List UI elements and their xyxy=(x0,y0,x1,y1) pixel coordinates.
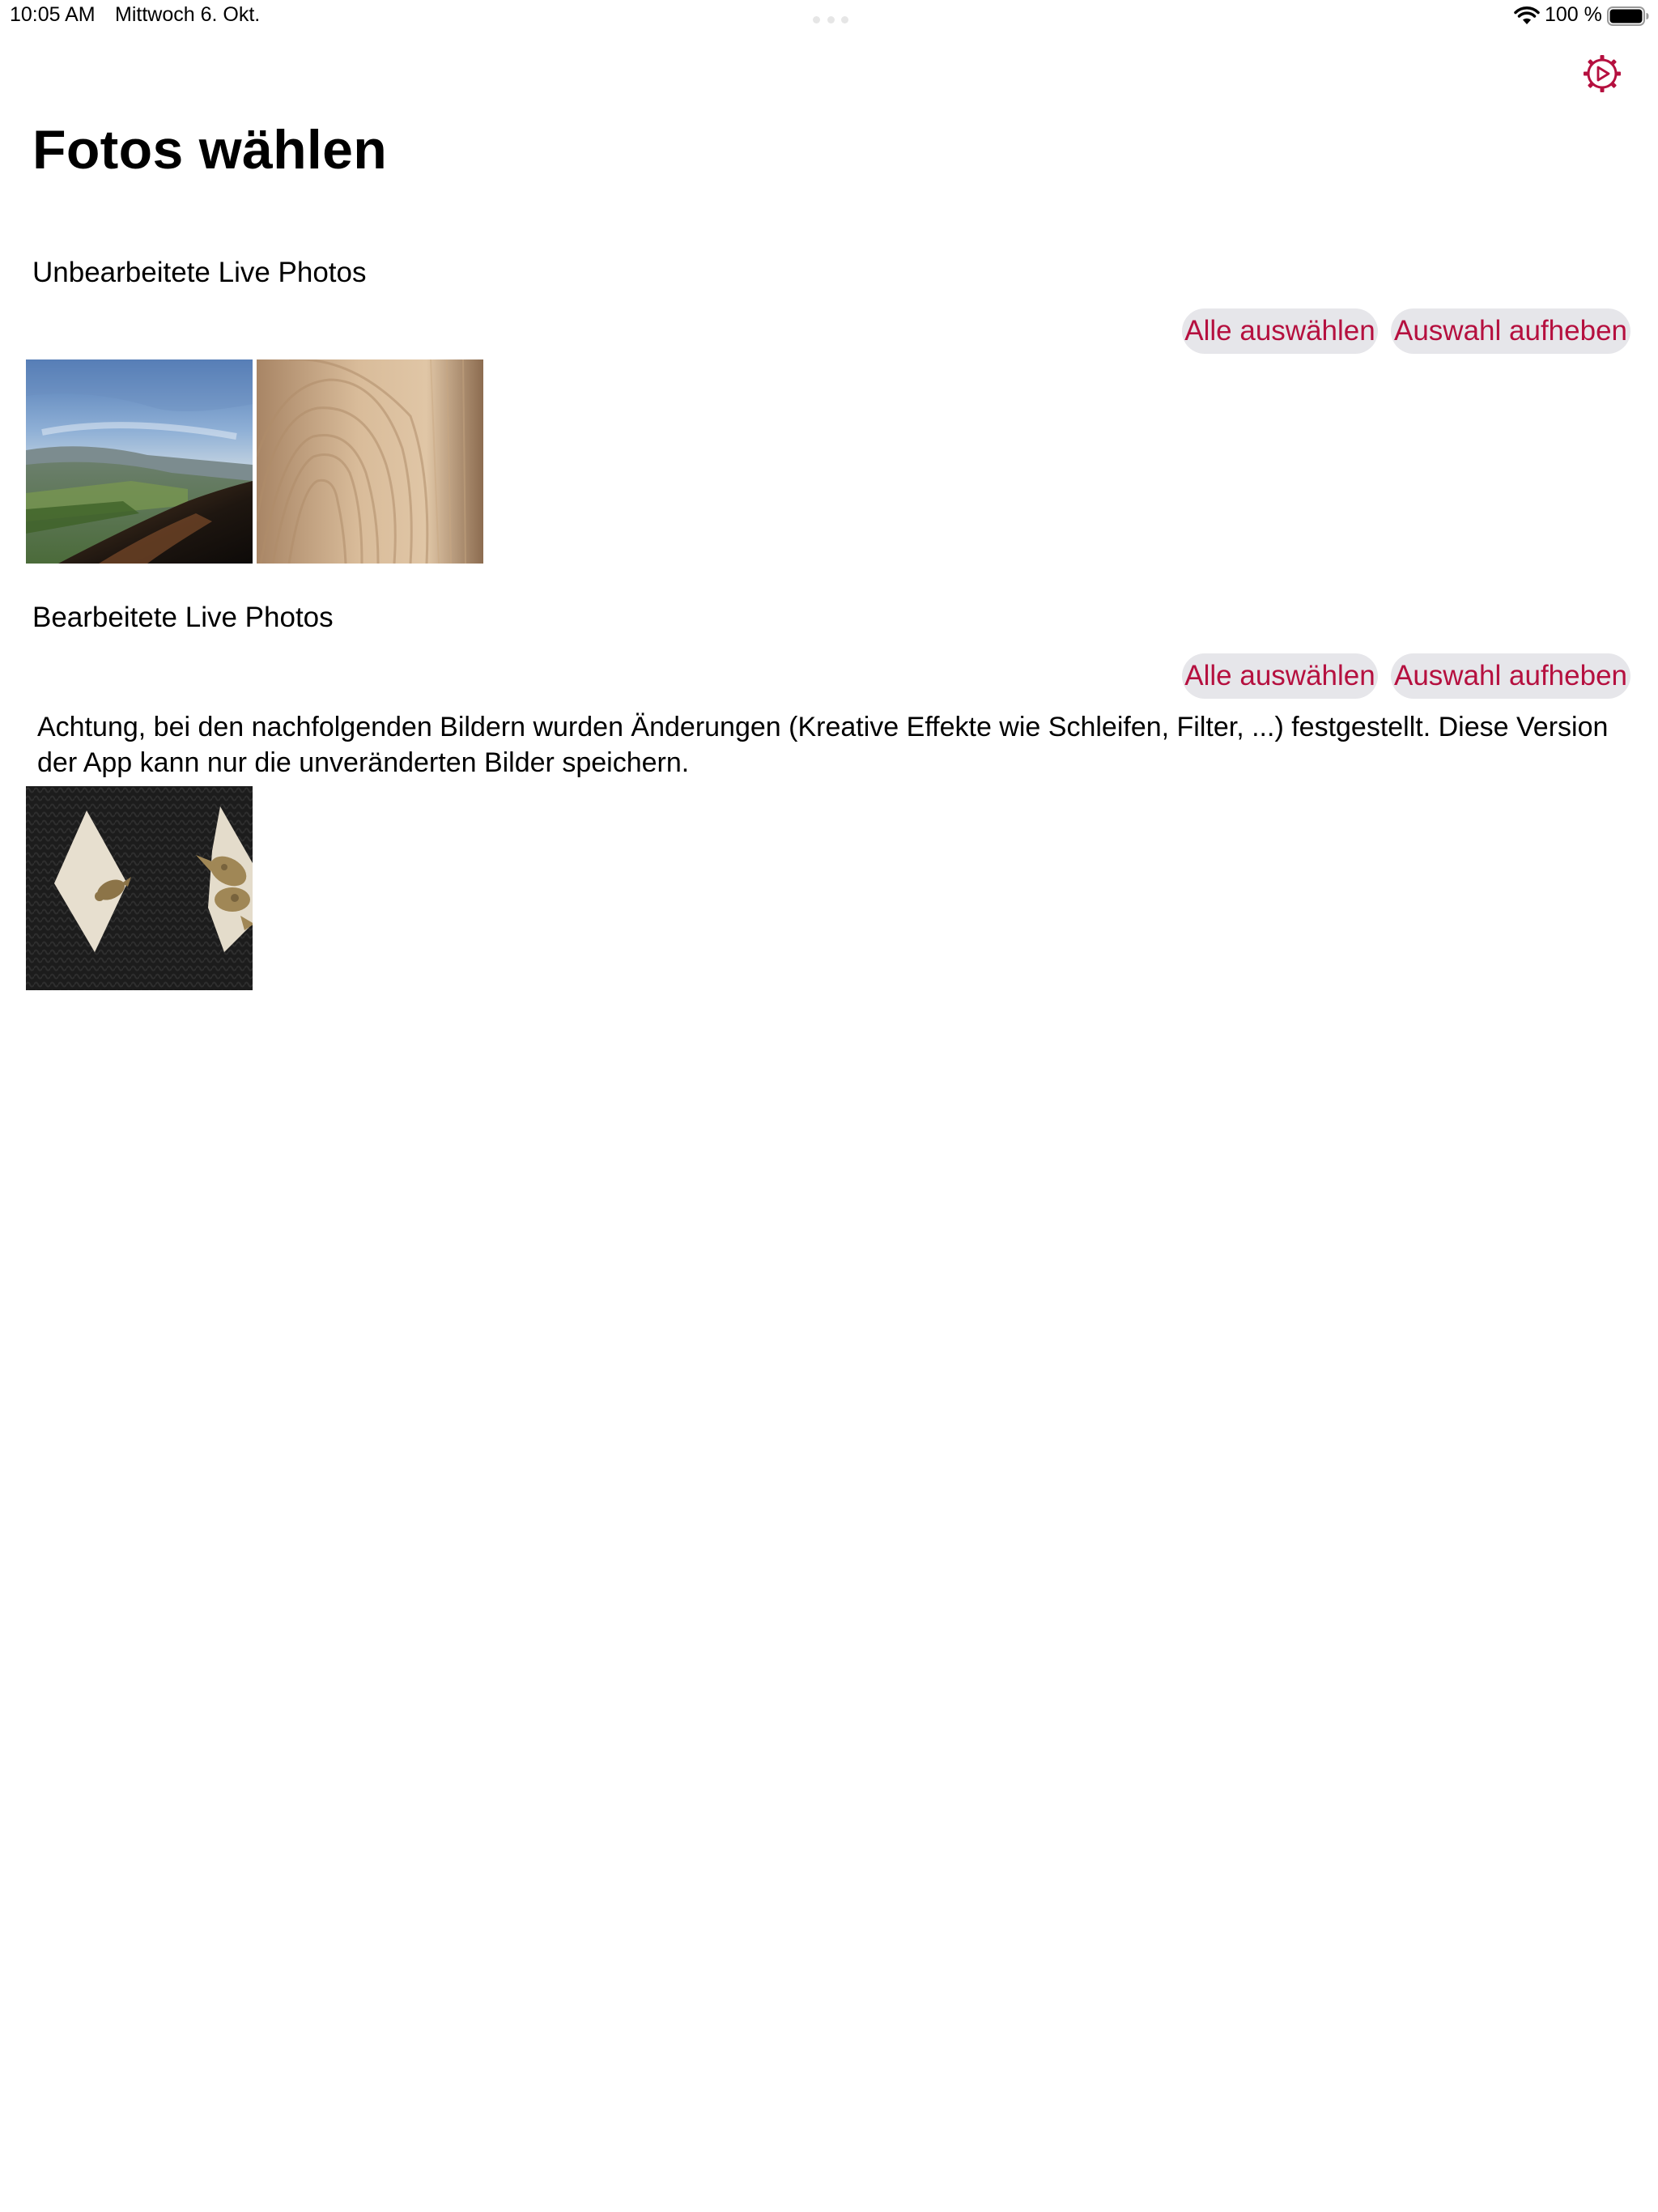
section-title-unedited: Unbearbeitete Live Photos xyxy=(32,257,367,288)
battery-icon xyxy=(1607,6,1649,26)
multitasking-handle[interactable] xyxy=(813,16,848,24)
battery-percent: 100 % xyxy=(1545,3,1602,26)
status-date: Mittwoch 6. Okt. xyxy=(115,3,261,26)
deselect-button-unedited[interactable]: Auswahl aufheben xyxy=(1391,308,1630,354)
wood-grain-photo[interactable] xyxy=(257,359,483,564)
status-bar: 10:05 AM Mittwoch 6. Okt. 100 % xyxy=(0,0,1658,36)
page-title: Fotos wählen xyxy=(32,119,388,181)
deselect-button-edited[interactable]: Auswahl aufheben xyxy=(1391,653,1630,699)
knit-fabric-figures-photo[interactable] xyxy=(26,786,253,990)
status-time: 10:05 AM xyxy=(10,3,96,26)
select-all-button-unedited[interactable]: Alle auswählen xyxy=(1182,308,1378,354)
settings-gear-icon[interactable] xyxy=(1582,53,1622,94)
landscape-valley-photo[interactable] xyxy=(26,359,253,564)
select-all-button-edited[interactable]: Alle auswählen xyxy=(1182,653,1378,699)
section-title-edited: Bearbeitete Live Photos xyxy=(32,602,334,633)
edit-warning-text: Achtung, bei den nachfolgenden Bildern w… xyxy=(37,712,1609,778)
wifi-icon xyxy=(1514,6,1540,24)
